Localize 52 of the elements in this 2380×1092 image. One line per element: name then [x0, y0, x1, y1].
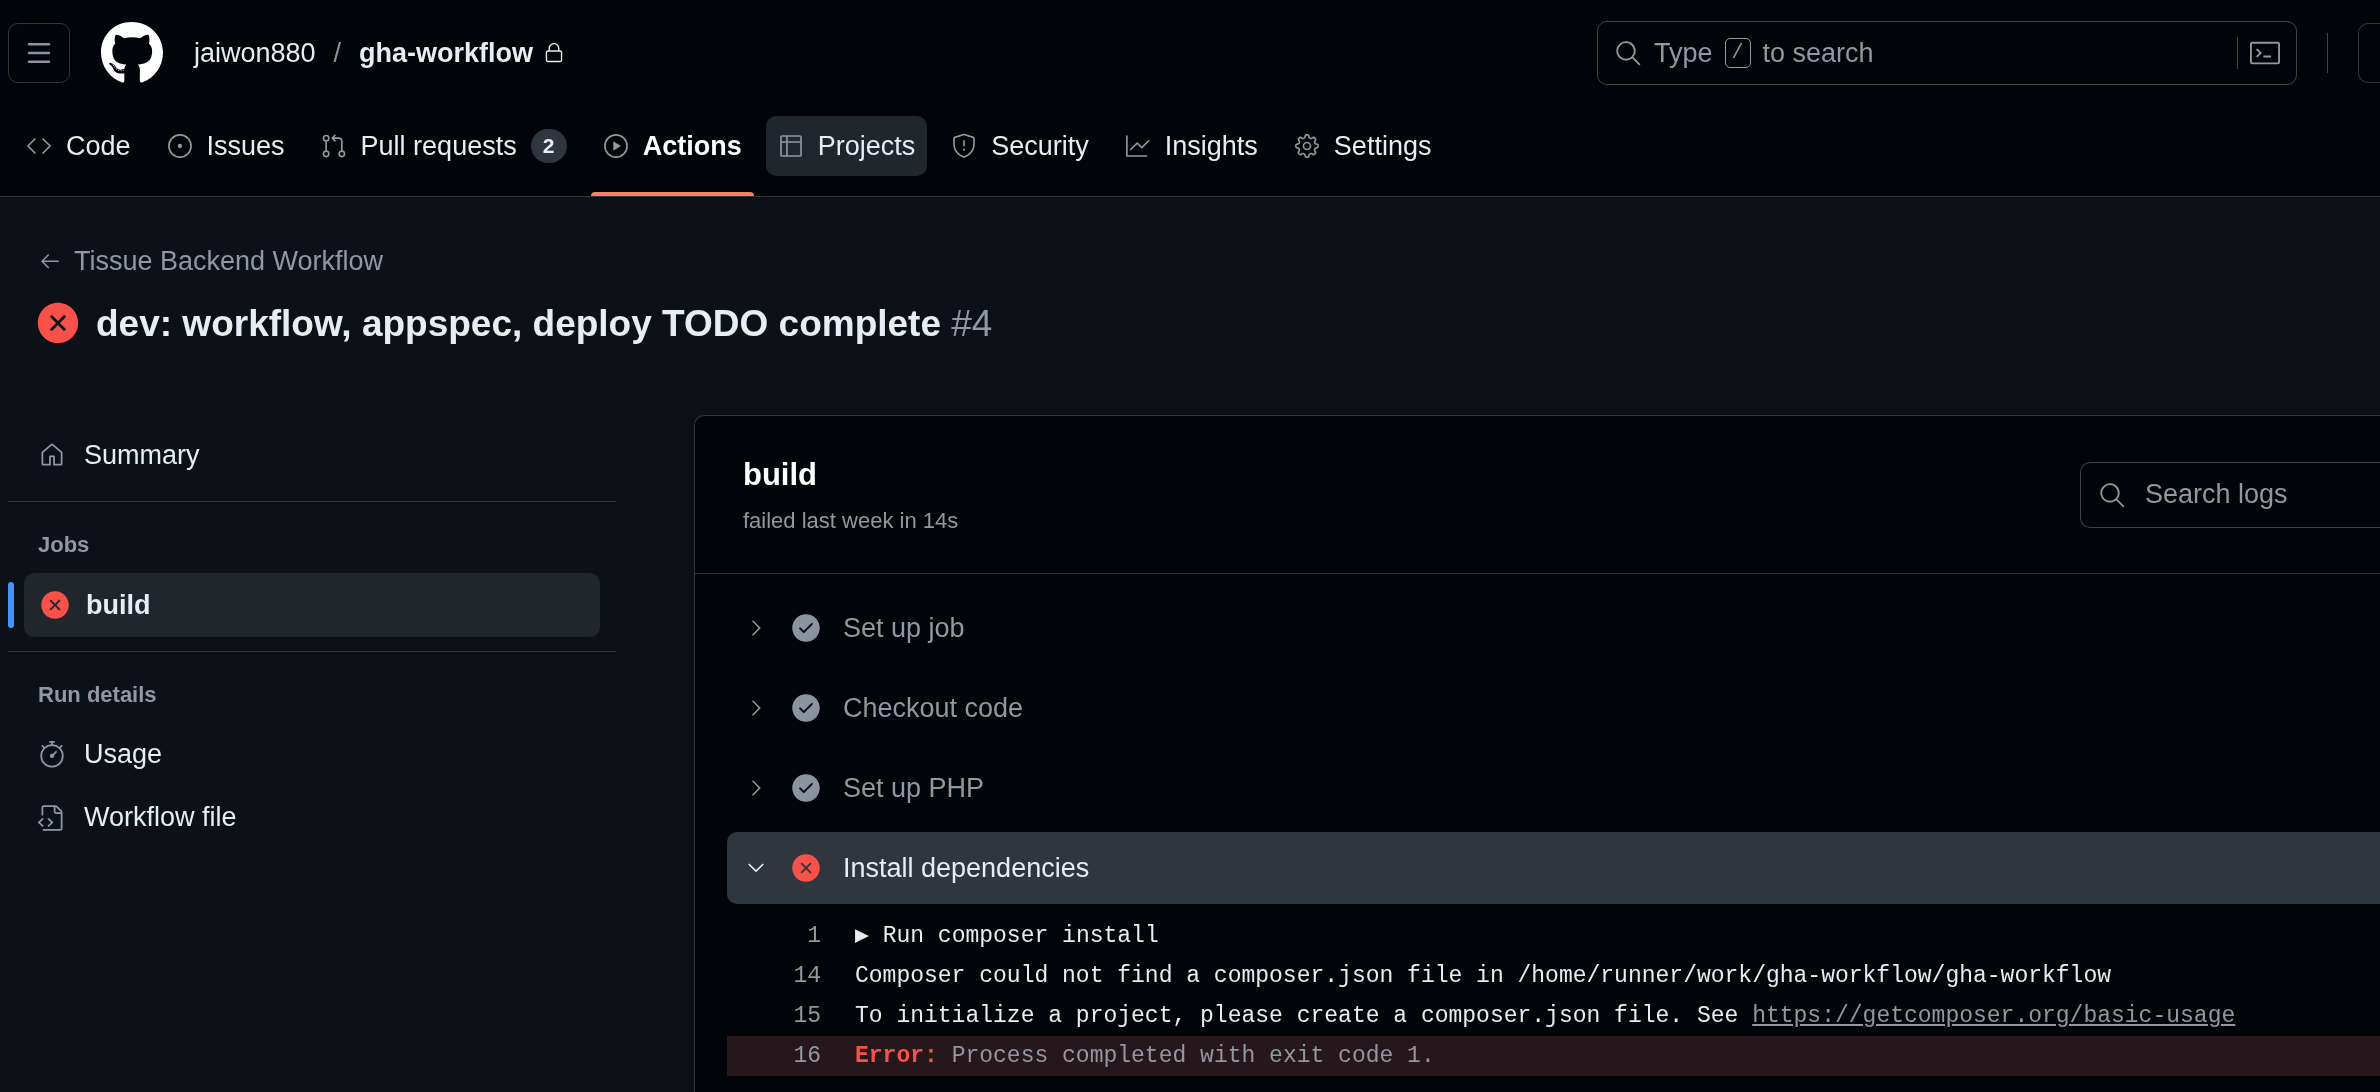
github-logo-icon[interactable]: [100, 21, 164, 85]
slash-key: /: [1724, 38, 1751, 68]
search-hint: to search: [1762, 36, 1874, 70]
repo-link[interactable]: gha-workflow: [359, 32, 534, 74]
repo-tab[interactable]: Pull requests 2: [308, 116, 579, 176]
pull-request-icon: [320, 133, 347, 159]
line-number: 15: [792, 1001, 821, 1031]
graph-icon: [1124, 133, 1151, 159]
menu-button[interactable]: [8, 23, 70, 83]
log-line: To initialize a project, please create a composer.json file. See https://getcomposer.org/basic-usage: [855, 1001, 2236, 1031]
step-row[interactable]: Install dependencies: [727, 832, 2380, 904]
step-row[interactable]: Set up job: [727, 592, 2380, 664]
summary-link[interactable]: Summary: [8, 423, 616, 487]
stopwatch-icon: [38, 740, 66, 769]
path-separator: /: [333, 36, 342, 70]
play-icon: [602, 133, 629, 159]
line-number: 14: [792, 961, 821, 991]
log-link[interactable]: https://getcomposer.org/basic-usage: [1752, 1002, 2236, 1029]
repo-tab[interactable]: Actions: [590, 116, 754, 176]
settings-icon: [1293, 133, 1320, 159]
search-field[interactable]: Type / to search: [1597, 21, 2297, 85]
log-group-toggle[interactable]: ▶ Run composer install: [855, 918, 1159, 954]
repo-tab[interactable]: Issues: [154, 116, 297, 176]
log-line: Error: Process completed with exit code 1.: [855, 1041, 1435, 1071]
log-line: Composer could not find a composer.json file in /home/runner/work/gha-workflow/gha-workflow: [855, 961, 2111, 991]
line-number: 16: [792, 1041, 821, 1071]
run-details-heading: Run details: [37, 681, 158, 709]
count-badge: 2: [530, 129, 567, 163]
job-item[interactable]: build: [24, 573, 600, 637]
run-detail-link[interactable]: Workflow file: [8, 786, 616, 849]
table-icon: [777, 133, 804, 159]
repo-tab[interactable]: Code: [14, 116, 143, 176]
search-icon: [2098, 480, 2126, 509]
step-row[interactable]: Set up PHP: [727, 752, 2380, 824]
repo-tab[interactable]: Settings: [1281, 116, 1444, 176]
file-code-icon: [38, 803, 66, 832]
job-subtitle: failed last week in 14s: [743, 507, 959, 536]
shield-icon: [951, 133, 978, 159]
step-row[interactable]: Checkout code: [727, 672, 2380, 744]
search-logs-field[interactable]: Search logs: [2080, 461, 2380, 528]
owner-link[interactable]: jaiwon880: [194, 32, 316, 74]
run-detail-link[interactable]: Usage: [8, 723, 616, 786]
repo-tab[interactable]: Insights: [1112, 116, 1270, 176]
repo-tab[interactable]: Security: [939, 116, 1101, 176]
repo-tab[interactable]: Projects: [765, 116, 928, 176]
job-title: build: [743, 455, 819, 494]
run-title: dev: workflow, appspec, deploy TODO complete #4: [96, 301, 993, 346]
line-number: 1: [806, 921, 821, 951]
back-link[interactable]: Tissue Backend Workflow: [38, 241, 2380, 282]
search-hint: Type: [1654, 36, 1713, 70]
jobs-heading: Jobs: [37, 531, 91, 559]
search-icon: [1614, 39, 1642, 67]
